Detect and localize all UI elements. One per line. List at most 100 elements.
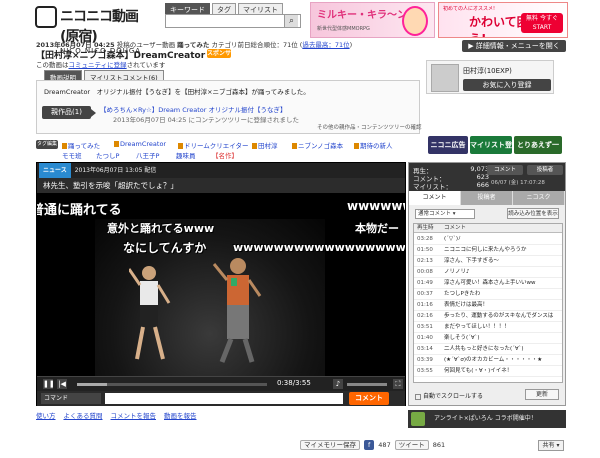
tag-item[interactable]: 八王子P — [136, 150, 159, 160]
command-input[interactable]: コマンド — [41, 393, 101, 404]
ad-banner-app[interactable]: 初めての人にオススメ! かわいて困っちゃう! 無料 今すぐSTART — [438, 2, 568, 38]
community-link[interactable]: コミュニティに登録 — [69, 61, 127, 69]
parent-more-link[interactable]: その他の親作品・コンテンツツリーの確認 — [317, 123, 422, 131]
tag-edit-button[interactable]: タグ編集 — [36, 140, 58, 149]
comment-row[interactable]: 00:08 ノリノリ♪ — [414, 267, 562, 278]
lock-icon — [252, 143, 257, 149]
character-icon — [402, 6, 428, 36]
comment-row[interactable]: 01:16 表情だけは最高！ — [414, 300, 562, 311]
tag-item[interactable]: 期待の新人 — [354, 140, 393, 150]
comment-row[interactable]: 02:13 淳さん、下手すぎる〜 — [414, 256, 562, 267]
fullscreen-icon[interactable]: ⛶ — [393, 379, 403, 389]
autoscroll-checkbox[interactable]: 自動でスクロールする — [415, 391, 483, 400]
tag-item[interactable]: 田村淳 — [252, 140, 278, 150]
comment-row[interactable]: 00:37 たつしPきたわ — [414, 289, 562, 300]
search-input[interactable] — [165, 14, 301, 28]
tag-item[interactable]: ニブンノゴ森本 — [292, 140, 343, 150]
tag-item[interactable]: たつしP — [96, 150, 119, 160]
volume-icon[interactable]: ♪ — [333, 379, 343, 389]
comment-list[interactable]: 再生時 コメント 03:28 (´▽`)ﾉ 01:50 ニコニコに何しに来たんやろうか… — [413, 223, 563, 383]
stat-mylist: マイリスト： 666 — [413, 181, 489, 191]
tab-comments[interactable]: コメント — [409, 191, 460, 205]
tag-item[interactable]: 【名作】 — [212, 150, 238, 160]
tv-face-icon — [35, 6, 57, 28]
uploader-name[interactable]: 田村淳 — [463, 67, 484, 75]
comment-row[interactable]: 03:55 何回見ても(・∀・)イイネ！ — [414, 366, 562, 377]
tab-nicosc[interactable]: ニコスク — [513, 191, 564, 205]
flowing-comment: 本物だー — [355, 222, 399, 235]
sponsor-badge[interactable]: スポンサー — [207, 49, 231, 66]
tag-item[interactable]: 踊ってみた — [62, 140, 100, 150]
link-howto[interactable]: 使い方 — [36, 410, 56, 420]
rewind-icon[interactable]: |◀ — [57, 379, 67, 389]
description-box: DreamCreator オリジナル振付【うなぎ】を【田村淳×ニブゴ森本】が踊っ… — [36, 80, 422, 134]
tag-item[interactable]: DreamCreator — [114, 140, 166, 148]
update-button[interactable]: 更新 — [525, 389, 559, 400]
tag-item[interactable]: 趣味員 — [176, 150, 196, 160]
nicoad-button[interactable]: ニコニ広告で宣伝 — [428, 136, 468, 167]
arrow-right-icon — [91, 109, 96, 117]
panel-ad-bar[interactable]: アンライト×ぱいろん コラボ開催中！ — [408, 410, 566, 428]
video-player[interactable]: ニュース 2013年06月07日 13:05 配信 林先生、塾引を示唆「超訳たでし… — [36, 162, 406, 406]
mylist-button[interactable]: マイリスト登録 — [470, 136, 512, 167]
show-position-button[interactable]: 読み込み位置を表示 — [507, 208, 559, 219]
pause-icon[interactable]: ❚❚ — [43, 379, 55, 389]
marquee-notice[interactable]: 林先生、塾引を示唆「超訳たでしょ？」 — [37, 178, 405, 193]
search-icon[interactable]: ⌕ — [284, 15, 298, 27]
comment-filter-select[interactable]: 通常コメント ▾ — [415, 209, 475, 219]
link-report-comment[interactable]: コメントを報告 — [111, 410, 157, 420]
flowing-comment: wwwwwwwww — [347, 199, 405, 213]
avatar[interactable] — [431, 64, 459, 92]
favorite-button[interactable]: お気に入り登録 — [463, 79, 551, 91]
news-bar[interactable]: ニュース 2013年06月07日 13:05 配信 — [37, 163, 405, 178]
community-post: されています — [126, 61, 166, 69]
comment-row[interactable]: 01:40 楽しそう(´∀`) — [414, 333, 562, 344]
banner2-top: 初めての人にオススメ! — [443, 6, 496, 12]
comment-row[interactable]: 03:14 二人共もっと好きになった(´∀`) — [414, 344, 562, 355]
description-text: DreamCreator オリジナル振付【うなぎ】を【田村淳×ニブゴ森本】が踊っ… — [44, 88, 310, 96]
social-buttons: マイメモリー保存 f 487 ツイート 861 — [300, 440, 445, 450]
footer-links: 使い方 よくある質問 コメントを報告 動画を報告 — [36, 410, 197, 420]
nico-logo[interactable]: ニコニコ動画(原宿) NICO NICO DOUGA — [35, 4, 156, 55]
comment-bar: コマンド コメント — [37, 391, 405, 406]
comment-row[interactable]: 02:16 歩ったり、運動するのがスキなんでダンスは — [414, 311, 562, 322]
comment-row[interactable]: 03:51 まだやってほしい！！！！ — [414, 322, 562, 333]
volume-slider[interactable] — [347, 383, 387, 386]
tab-panel-uploader[interactable]: 投稿者 — [527, 165, 563, 175]
seek-bar[interactable] — [77, 383, 267, 386]
tab-uploader[interactable]: 投稿者 — [461, 191, 512, 205]
parent-works-label: 親作品(1) — [42, 106, 91, 119]
link-report-video[interactable]: 動画を報告 — [164, 410, 197, 420]
facebook-icon[interactable]: f — [364, 440, 375, 450]
comment-input[interactable] — [105, 393, 343, 404]
tag-item[interactable]: ドリームクリエイター — [178, 140, 249, 150]
quick-mylist-button[interactable]: とりあえず一発登録 — [514, 136, 562, 167]
comment-row[interactable]: 01:49 淳さん可愛い！森本さん上手いいww — [414, 278, 562, 289]
tab-panel-comment[interactable]: コメント — [487, 165, 523, 175]
share-button[interactable]: 共有 ▾ — [538, 440, 564, 451]
panel-timestamp: 06/07 (金) 17:07:28 — [491, 180, 545, 186]
banner1-sub: 新世代型体感MMORPG — [317, 26, 370, 32]
panel-ad-text: アンライト×ぱいろん コラボ開催中！ — [434, 415, 537, 422]
tag-item[interactable]: モモ班 — [62, 150, 82, 160]
lock-icon — [292, 143, 297, 149]
parent-work-link[interactable]: 【めろちん×Ry☆】Dream Creator オリジナル振付【うなぎ】 — [100, 104, 287, 114]
seek-progress — [77, 383, 108, 386]
mymemory-button[interactable]: マイメモリー保存 — [300, 440, 360, 450]
link-faq[interactable]: よくある質問 — [64, 410, 103, 420]
checkbox-icon — [415, 393, 421, 400]
banner2-start-button[interactable]: 無料 今すぐSTART — [521, 13, 563, 33]
past-best-link[interactable]: 過去最高：71位 — [302, 41, 349, 49]
comment-row[interactable]: 01:50 ニコニコに何しに来たんやろうか — [414, 245, 562, 256]
comment-submit-button[interactable]: コメント — [349, 392, 389, 405]
lock-icon — [114, 141, 119, 147]
lock-icon — [178, 143, 183, 149]
ad-banner-game[interactable]: ミルキー・キラ〜ン 新世代型体感MMORPG — [310, 2, 435, 38]
comment-row[interactable]: 03:39 (★´∀`σ)のオカカビーム・・・・・・★ — [414, 355, 562, 366]
video-canvas[interactable]: 普通に踊れてる wwwwwwwww 意外と踊れてるwww 本物だー なにしてんす… — [37, 193, 405, 376]
tweet-button[interactable]: ツイート — [394, 440, 429, 450]
tw-count: 861 — [432, 441, 446, 449]
comment-row[interactable]: 03:28 (´▽`)ﾉ — [414, 234, 562, 245]
playback-time: 0:38/3:55 — [277, 379, 311, 387]
detail-menu-button[interactable]: ▶ 詳細情報・メニューを開く — [462, 40, 566, 52]
